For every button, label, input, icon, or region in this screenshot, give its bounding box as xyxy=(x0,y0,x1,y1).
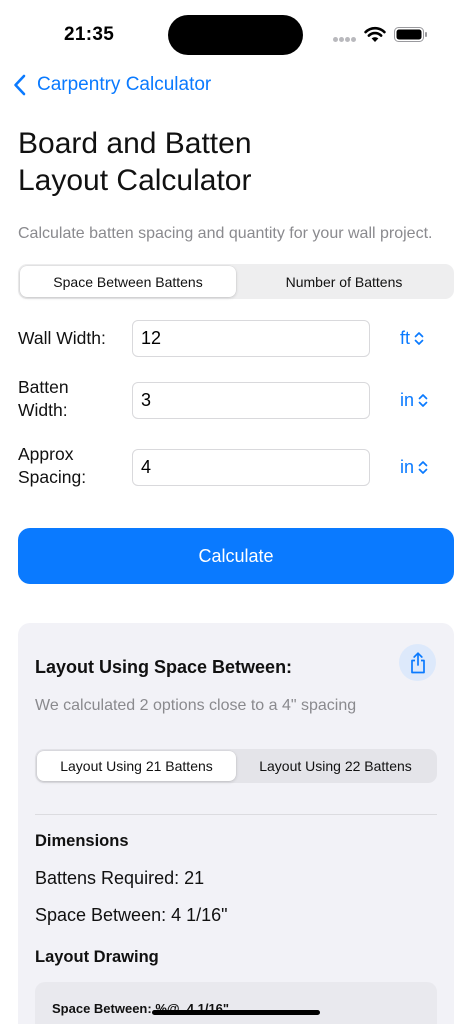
chevron-up-down-icon xyxy=(414,332,424,345)
wall-width-label: Wall Width: xyxy=(18,328,106,348)
batten-width-label-line-1: Batten xyxy=(18,377,69,397)
share-icon xyxy=(410,651,425,673)
wall-width-row: Wall Width: ft xyxy=(18,320,454,357)
approx-spacing-unit-select[interactable]: in xyxy=(400,457,428,478)
intro-text: Calculate batten spacing and quantity fo… xyxy=(18,225,433,242)
wall-width-unit-label: ft xyxy=(400,328,411,348)
back-button[interactable]: Carpentry Calculator xyxy=(12,70,211,100)
segment-space-between-battens[interactable]: Space Between Battens xyxy=(20,266,236,297)
status-time: 21:35 xyxy=(64,24,115,45)
batten-width-row: Batten Width: in xyxy=(18,376,454,424)
wall-width-unit-select[interactable]: ft xyxy=(400,328,424,349)
space-between-value: Space Between: 4 1/16" xyxy=(35,905,228,925)
results-card: Layout Using Space Between: We calculate… xyxy=(18,623,454,1024)
batten-width-label-line-2: Width: xyxy=(18,400,68,420)
approx-spacing-row: Approx Spacing: in xyxy=(18,443,454,491)
batten-width-unit-select[interactable]: in xyxy=(400,390,428,411)
page-title-line-1: Board and Batten xyxy=(18,127,252,160)
back-button-label: Carpentry Calculator xyxy=(37,74,212,95)
approx-spacing-input[interactable] xyxy=(132,449,370,486)
segment-layout-22-battens[interactable]: Layout Using 22 Battens xyxy=(236,751,435,781)
dimensions-heading: Dimensions xyxy=(35,832,129,850)
chevron-left-icon xyxy=(14,74,26,96)
cellular-signal-icon xyxy=(333,37,357,43)
page-title-line-2: Layout Calculator xyxy=(18,164,252,197)
battery-icon xyxy=(394,27,427,42)
mode-segmented-control: Space Between Battens Number of Battens xyxy=(18,264,454,299)
dynamic-island xyxy=(168,15,303,55)
results-divider xyxy=(35,814,437,815)
batten-width-label: Batten Width: xyxy=(18,376,69,422)
chevron-up-down-icon xyxy=(418,394,428,407)
approx-spacing-label-line-2: Spacing: xyxy=(18,467,87,487)
wifi-icon xyxy=(364,26,386,42)
home-indicator xyxy=(152,1010,320,1015)
battens-required-value: Battens Required: 21 xyxy=(35,868,205,888)
results-title: Layout Using Space Between: xyxy=(35,657,293,677)
segment-layout-21-battens[interactable]: Layout Using 21 Battens xyxy=(37,751,236,781)
approx-spacing-label-line-1: Approx xyxy=(18,444,74,464)
chevron-up-down-icon xyxy=(418,461,428,474)
status-bar: 21:35 xyxy=(0,0,471,70)
layout-drawing-heading: Layout Drawing xyxy=(35,948,159,966)
approx-spacing-label: Approx Spacing: xyxy=(18,443,86,489)
layout-drawing: Space Between: %@, 4 1/16" xyxy=(35,982,437,1024)
batten-width-input[interactable] xyxy=(132,382,370,419)
share-button[interactable] xyxy=(399,644,436,681)
wall-width-input[interactable] xyxy=(132,320,370,357)
batten-width-unit-label: in xyxy=(400,390,415,410)
results-subtitle: We calculated 2 options close to a 4" sp… xyxy=(35,697,357,714)
calculate-button[interactable]: Calculate xyxy=(18,528,454,584)
layout-option-segmented-control: Layout Using 21 Battens Layout Using 22 … xyxy=(35,749,437,783)
approx-spacing-unit-label: in xyxy=(400,457,415,477)
page-title: Board and Batten Layout Calculator xyxy=(18,125,438,199)
segment-number-of-battens[interactable]: Number of Battens xyxy=(236,266,452,297)
